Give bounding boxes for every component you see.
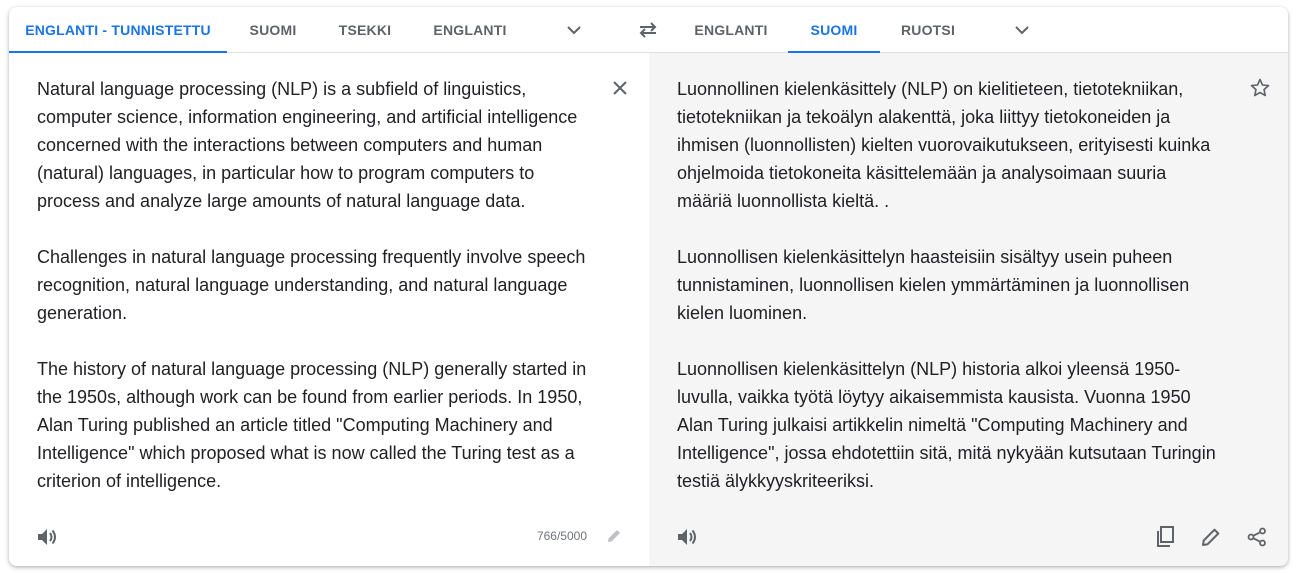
translation-panel: Luonnollinen kielenkäsittely (NLP) on ki… [649,53,1288,566]
copy-icon[interactable] [1149,521,1181,553]
source-text-input[interactable]: Natural language processing (NLP) is a s… [37,75,597,495]
source-tab-czech[interactable]: TSEKKI [322,7,408,53]
language-bar: ENGLANTI - TUNNISTETTU SUOMI TSEKKI ENGL… [9,7,1288,53]
translation-speaker-icon[interactable] [671,521,703,553]
share-icon[interactable] [1241,521,1273,553]
star-outline-icon[interactable] [1245,73,1275,103]
translation-text: Luonnollinen kielenkäsittely (NLP) on ki… [677,79,1216,491]
translator-card: ENGLANTI - TUNNISTETTU SUOMI TSEKKI ENGL… [9,7,1288,566]
target-tab-finnish[interactable]: SUOMI [788,7,880,53]
target-tab-swedish[interactable]: RUOTSI [889,7,967,53]
source-tab-detected[interactable]: ENGLANTI - TUNNISTETTU [9,7,227,53]
pencil-icon [601,523,627,549]
target-languages-chevron-down-icon[interactable] [1007,16,1037,44]
source-tab-finnish[interactable]: SUOMI [237,7,309,53]
source-languages-chevron-down-icon[interactable] [559,16,589,44]
pencil-icon[interactable] [1195,521,1227,553]
close-icon[interactable] [605,73,635,103]
target-tab-english[interactable]: ENGLANTI [681,7,781,53]
source-panel: Natural language processing (NLP) is a s… [9,53,649,566]
source-tab-english[interactable]: ENGLANTI [421,7,519,53]
character-counter: 766/5000 [536,529,587,543]
swap-arrows-icon[interactable] [632,16,664,44]
source-speaker-icon[interactable] [31,521,63,553]
